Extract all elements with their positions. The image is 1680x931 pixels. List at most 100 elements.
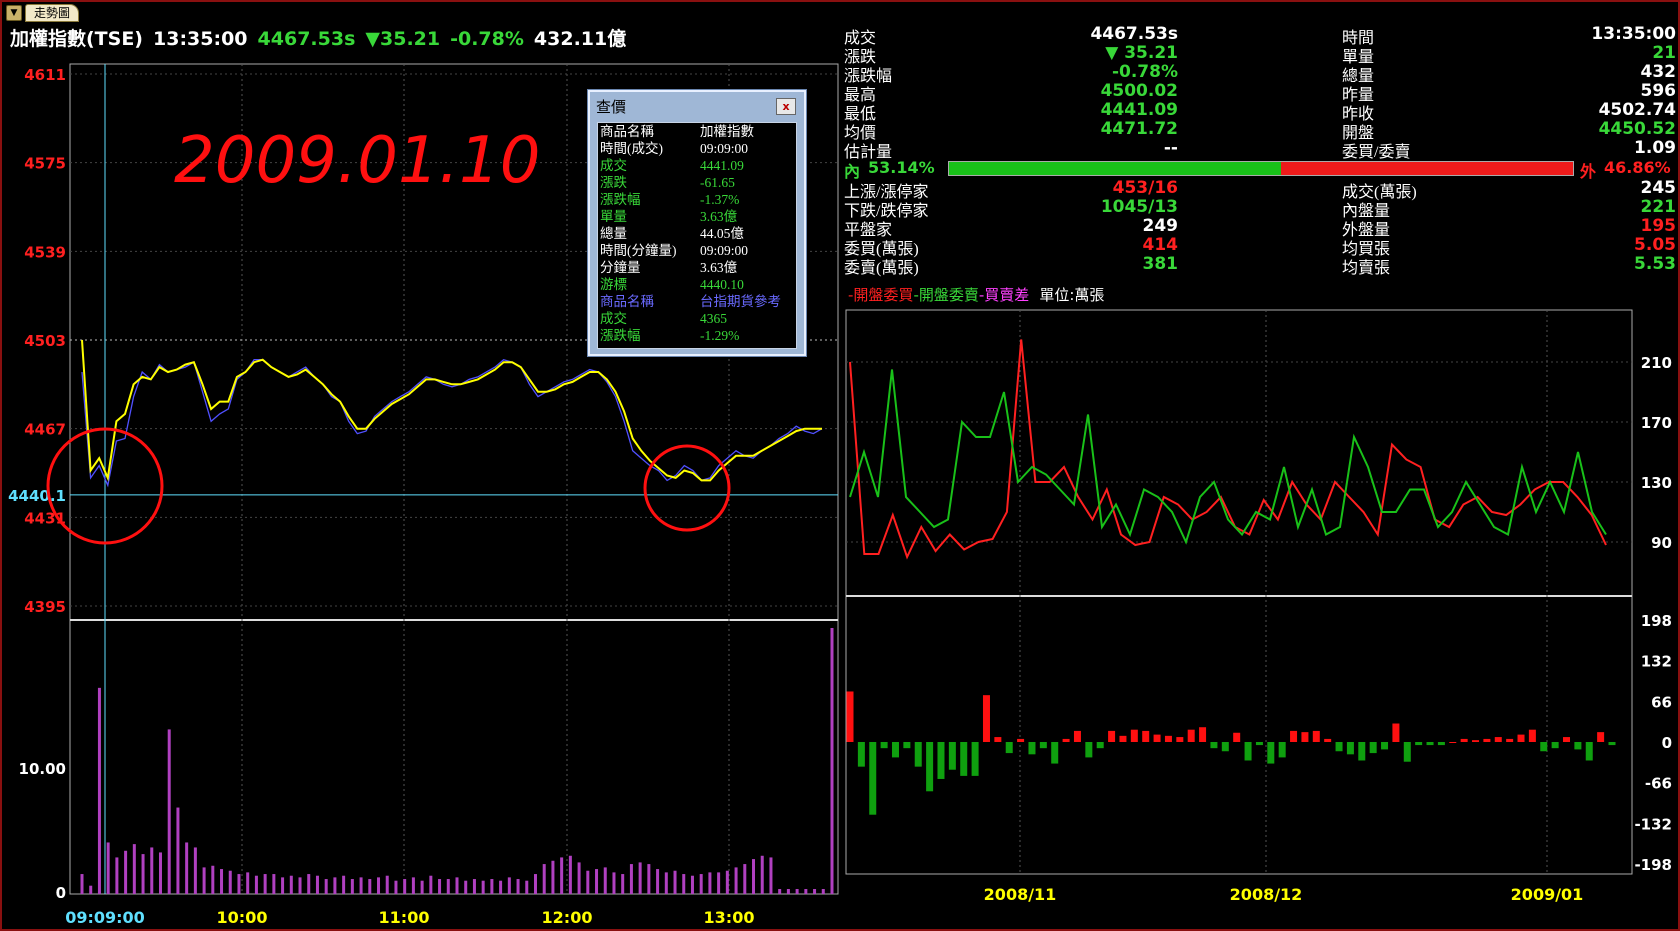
volume-bar — [333, 877, 337, 894]
quote-value: 381 — [1142, 254, 1179, 274]
popup-row-label: 成交 — [600, 311, 627, 326]
diff-bar — [1437, 742, 1445, 746]
volume-bar — [359, 877, 363, 894]
volume-bar — [472, 879, 476, 894]
diff-bar — [926, 742, 934, 792]
volume-bar — [385, 875, 389, 894]
diff-bar — [971, 742, 979, 776]
diff-bar — [1210, 742, 1218, 749]
sell-orders-line — [849, 369, 1607, 545]
diff-bar — [891, 742, 899, 758]
volume-bar — [725, 870, 729, 894]
quote-value: 221 — [1640, 197, 1677, 217]
quote-header: 加權指數(TSE) 13:35:00 4467.53s ▼35.21 -0.78% 432… — [10, 24, 636, 51]
y-tick-label: 4539 — [24, 243, 66, 261]
popup-row: 商品名稱 台指期貨參考 — [598, 293, 796, 310]
diff-bar — [1221, 742, 1229, 752]
volume-bar — [533, 874, 537, 894]
diff-bar — [1176, 737, 1184, 742]
volume-bar — [673, 870, 677, 894]
diff-bar — [1199, 727, 1207, 742]
diff-bar — [880, 742, 888, 749]
orders-y-label: 210 — [1641, 354, 1672, 372]
diff-bar — [1153, 734, 1161, 742]
volume-bar — [717, 872, 721, 894]
volume-bar — [342, 875, 346, 894]
diff-bar — [1585, 742, 1593, 761]
diff-bar — [1130, 729, 1138, 742]
quote-value: 1045/13 — [1100, 197, 1178, 217]
diff-bar — [1005, 742, 1013, 754]
diff-bar — [994, 737, 1002, 742]
quote-value: -0.78% — [1111, 62, 1178, 82]
popup-row: 成交 4441.09 — [598, 157, 796, 174]
popup-row: 漲跌幅 -1.37% — [598, 191, 796, 208]
quote-value: 1.09 — [1634, 138, 1676, 158]
volume-bar — [455, 877, 459, 894]
volume-bar — [621, 874, 625, 894]
volume-bar — [708, 872, 712, 894]
volume-bar — [499, 880, 503, 894]
diff-bar — [937, 742, 945, 779]
volume-bar — [185, 842, 189, 894]
volume-bar — [595, 869, 599, 894]
volume-bar — [324, 879, 328, 894]
volume-bar — [403, 879, 407, 894]
header-pct: -0.78% — [450, 28, 524, 50]
diff-bar — [1574, 742, 1582, 750]
volume-bar — [682, 874, 686, 894]
volume-bar — [612, 872, 616, 894]
volume-bar — [315, 875, 319, 894]
average-line — [81, 339, 822, 482]
tab-bar: ▼ 走勢圖 — [6, 4, 80, 22]
volume-bar — [420, 880, 424, 894]
quote-value: 4441.09 — [1100, 100, 1178, 120]
volume-bar — [237, 874, 241, 894]
popup-row: 漲跌幅 -1.29% — [598, 327, 796, 344]
volume-bar — [734, 867, 738, 894]
orders-x-label: 2008/12 — [1230, 885, 1303, 904]
volume-bar — [263, 874, 267, 894]
y-tick-label: 4611 — [24, 66, 66, 84]
popup-row: 分鐘量 3.63億 — [598, 259, 796, 276]
volume-bar — [769, 857, 773, 894]
diff-bar — [1278, 742, 1286, 758]
quote-popup[interactable]: 查價 x 商品名稱 加權指數 時間(成交) 09:09:00 成交 4441.09 漲跌 -6… — [588, 90, 806, 356]
popup-row-label: 分鐘量 — [600, 260, 641, 275]
out-bar-fill — [1280, 162, 1573, 175]
diff-bar — [1381, 742, 1389, 750]
date-annotation: 2009.01.10 — [174, 124, 540, 198]
popup-row-label: 漲跌 — [600, 175, 627, 190]
diff-bar — [1017, 738, 1025, 742]
volume-bar — [350, 879, 354, 894]
tab-trend[interactable]: 走勢圖 — [25, 4, 80, 22]
chevron-down-icon[interactable]: ▼ — [6, 5, 22, 21]
opening-orders-chart[interactable]: 210 170 130 90 198 132 66 0 -66 -132 -198 2008/11 20… — [842, 302, 1678, 929]
volume-bar — [289, 875, 293, 894]
x-tick-label: 10:00 — [217, 908, 268, 927]
volume-bar — [254, 875, 258, 894]
popup-row: 商品名稱 加權指數 — [598, 123, 796, 140]
diff-y-label: 132 — [1641, 653, 1672, 671]
close-icon[interactable]: x — [776, 98, 796, 115]
volume-bar — [377, 877, 381, 894]
volume-bar — [281, 877, 285, 894]
quote-value: 5.53 — [1634, 254, 1676, 274]
volume-bar — [813, 889, 817, 894]
quote-value: 245 — [1640, 178, 1677, 198]
popup-title: 查價 — [596, 98, 627, 116]
volume-bar — [656, 869, 660, 894]
popup-row-value: 3.63億 — [700, 260, 738, 275]
x-tick-label: 09:09:00 — [65, 908, 145, 927]
quote-value: 414 — [1142, 235, 1179, 255]
diff-bar — [1290, 730, 1298, 742]
volume-bar — [481, 880, 485, 894]
diff-bar — [1358, 742, 1366, 761]
volume-bar — [743, 864, 747, 894]
volume-bar — [830, 628, 834, 894]
diff-bar — [1528, 729, 1536, 742]
quote-value: 4450.52 — [1598, 119, 1676, 139]
quote-value: 4467.53s — [1090, 24, 1178, 44]
diff-bar — [1187, 729, 1195, 742]
diff-bar — [1096, 742, 1104, 749]
